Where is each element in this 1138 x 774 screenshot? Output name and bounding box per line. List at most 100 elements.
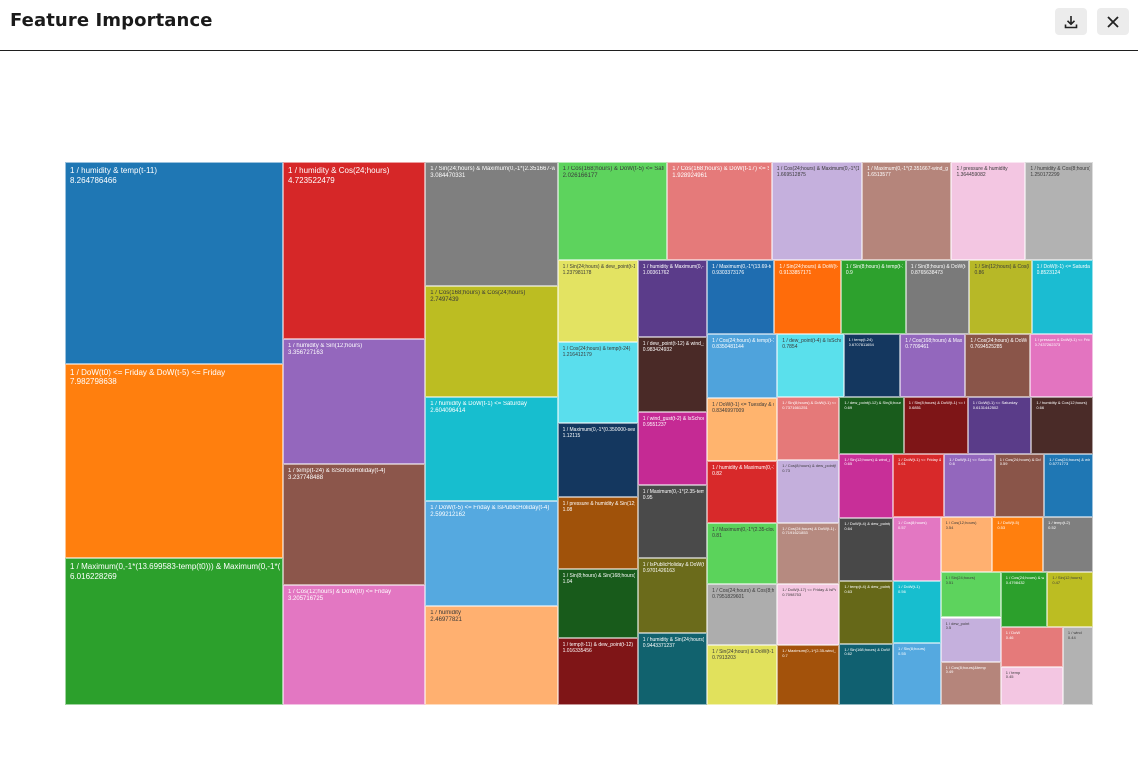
treemap-tile-47[interactable]: 1 / pressure & DoW(t-1) <= Friday 0.74372… [1029, 333, 1093, 397]
treemap-tile-4[interactable]: 1 / humidity & Cos(24;hours) 4.723522479 [283, 162, 426, 339]
treemap-tile-42[interactable]: 1 / Sin(24;hours) & DoW(t-1) <= Monday0.… [707, 645, 778, 705]
treemap-tile-53[interactable]: 1 / dew_point(t-12) & Sin(8;hours) 0.69 [839, 396, 904, 454]
treemap-tile-10[interactable]: 1 / humidity & DoW(t-1) <= Saturday 2.604… [425, 396, 558, 502]
treemap-tile-78[interactable]: 1 / wind 0.44 [1062, 627, 1093, 705]
tile-label: 1 / DoW(t-1) <= Saturday & dew_point(t-1… [1037, 264, 1090, 276]
treemap-tile-43[interactable]: 1 / dew_point(t-4) & IsSchoolHoliday0.78… [777, 333, 844, 397]
treemap-tile-52[interactable]: 1 / Maximum(0,-1*(2.35-wind_gust(t0)))0.… [777, 645, 840, 705]
treemap-tile-27[interactable]: 1 / wind_gust(t-2) & IsSchoolHoliday(t-4… [637, 412, 708, 486]
treemap-tile-40[interactable]: 1 / Maximum(0,-1*(2.35-clouds(t0))) & te… [707, 522, 778, 585]
treemap-tile-37[interactable]: 1 / Cos(24;hours) & temp(t-11) 0.83504811… [707, 333, 778, 398]
treemap-tile-35[interactable]: 1 / Sin(12;hours) & Cos(8;hours)0.86 [969, 260, 1032, 334]
treemap-tile-2[interactable]: 1 / DoW(t0) <= Friday & DoW(t-5) <= Frid… [65, 363, 284, 559]
tile-label: 1 / Cos(24;hours) & wind_gust(t-4)0.4798… [1006, 576, 1045, 586]
treemap-tile-3[interactable]: 1 / Maximum(0,-1*(13.699583-temp(t0))) &… [65, 558, 284, 705]
treemap-tile-44[interactable]: 1 / temp(t-24) 0.6707811654 [843, 333, 901, 397]
treemap-tile-62[interactable]: 1 / DoW(t-1) <= Saturday & Sin0.6 [944, 453, 995, 517]
treemap-tile-6[interactable]: 1 / temp(t-24) & IsSchoolHoliday(t-4) 3.2… [283, 464, 426, 586]
treemap-tile-66[interactable]: 1 / DoW(t-1) 0.56 [893, 580, 941, 644]
treemap-tile-74[interactable]: 1 / Cos(24;hours) & wind_gust(t-4)0.4798… [1000, 572, 1048, 628]
treemap-tile-25[interactable]: 1 / humidity & Maximum(0,-1*(0.35-clouds… [637, 260, 708, 337]
download-button[interactable] [1055, 8, 1087, 35]
treemap-tile-70[interactable]: 1 / temp(t-2) 0.52 [1043, 516, 1093, 573]
treemap-tile-54[interactable]: 1 / Sin(8;hours) & DoW(t-1) <= Friday0.6… [903, 396, 968, 454]
treemap-tile-23[interactable]: 1 / Sin(8;hours) & Sin(168;hours) 1.04 [557, 568, 638, 638]
dialog-header: Feature Importance [0, 0, 1138, 51]
treemap-tile-59[interactable]: 1 / temp(t-4) & dew_point(t-12)0.63 [839, 581, 894, 644]
treemap-tile-1[interactable]: 1 / humidity & temp(t-11) 8.264786466 [65, 162, 284, 364]
treemap-tile-64[interactable]: 1 / Cos(24;hours) & wind_gust(t-12)0.577… [1044, 453, 1093, 517]
treemap-tile-24[interactable]: 1 / temp(t-11) & dew_point(t-12) 1.016335… [557, 637, 638, 705]
treemap-tile-19[interactable]: 1 / Sin(24;hours) & dew_point(t-12) 1.237… [557, 260, 638, 343]
treemap-tile-60[interactable]: 1 / Sin(168;hours) & DoW(t-1)0.62 [839, 643, 894, 705]
treemap-tile-7[interactable]: 1 / Cos(12;hours) & DoW(t0) <= Friday 3.2… [283, 585, 426, 705]
treemap-tile-18[interactable]: 1 / humidity & Cos(8;hours) 1.250172299 [1025, 162, 1093, 261]
treemap-tile-41[interactable]: 1 / Cos(24;hours) & Cos(8;hours)0.795182… [707, 584, 778, 646]
treemap-tile-16[interactable]: 1 / Maximum(0,-1*(2.351667-wind_gust(t0)… [862, 162, 952, 261]
tile-label: 1 / Cos(8;hours) 0.57 [898, 521, 938, 531]
tile-importance-value: 0.82 [712, 470, 722, 477]
treemap-tile-21[interactable]: 1 / Maximum(0,-1*(0.350000-sea_level_pre… [557, 422, 638, 498]
treemap-tile-67[interactable]: 1 / Sin(8;hours) 0.55 [893, 643, 941, 705]
treemap-tile-69[interactable]: 1 / DoW(t-5) 0.53 [992, 516, 1044, 573]
treemap-tile-48[interactable]: 1 / Sin(8;hours) & DoW(t-1) <= Friday & … [777, 396, 840, 461]
treemap-tile-73[interactable]: 1 / Cos(8;hours)&temp 0.49 [940, 661, 1001, 705]
treemap-tile-9[interactable]: 1 / Cos(168;hours) & Cos(24;hours) 2.7497… [425, 285, 558, 397]
treemap-tile-63[interactable]: 1 / Cos(24;hours) & DoW(t-5)0.59 [994, 453, 1045, 517]
treemap-tile-30[interactable]: 1 / humidity & Sin(24;hours) 0.9443371237 [637, 632, 708, 705]
treemap-tile-45[interactable]: 1 / Cos(168;hours) & Maximum(0,-1*(0.35-… [900, 333, 966, 397]
tile-feature-name: 1 / DoW(t-1) <= Saturday & Sin [949, 457, 991, 462]
treemap-tile-32[interactable]: 1 / Sin(24;hours) & DoW(t-1) <= Friday0.… [774, 260, 841, 334]
treemap-tile-8[interactable]: 1 / Sin(24;hours) & Maximum(0,-1*(2.3516… [425, 162, 558, 286]
treemap-tile-75[interactable]: 1 / Sin(12;hours) 0.47 [1047, 572, 1093, 628]
treemap-tile-17[interactable]: 1 / pressure & humidity 1.364459082 [951, 162, 1026, 261]
treemap-tile-49[interactable]: 1 / Cos(8;hours) & dew_point(t-12)0.73 [777, 460, 840, 523]
tile-label: 1 / humidity & Sin(24;hours) 0.9443371237 [643, 637, 704, 649]
tile-label: 1 / Sin(8;hours) & temp(t-11) 0.9 [846, 264, 903, 276]
treemap-tile-50[interactable]: 1 / Cos(24;hours) & DoW(t-1) & IsPublicH… [777, 522, 840, 585]
treemap-tile-56[interactable]: 1 / humidity & Cos(12;hours) 0.66 [1031, 396, 1093, 454]
close-button[interactable] [1097, 8, 1129, 35]
treemap-tile-22[interactable]: 1 / pressure & humidity & Sin(12;hours)1… [557, 497, 638, 569]
tile-label: 1 / Cos(8;hours)&temp 0.49 [946, 666, 998, 676]
treemap-tile-31[interactable]: 1 / Maximum(0,-1*(13.69-temp(t0)))0.9303… [707, 260, 775, 334]
treemap-tile-51[interactable]: 1 / DoW(t-17) <= Friday & IsPublicHolida… [777, 584, 840, 646]
tile-importance-value: 0.53 [997, 524, 1006, 530]
treemap-tile-77[interactable]: 1 / temp 0.45 [1000, 666, 1063, 705]
tile-label: 1 / Cos(24;hours) & temp(t-11) 0.83504811… [712, 338, 774, 350]
tile-importance-value: 3.356727163 [288, 349, 324, 356]
treemap-tile-33[interactable]: 1 / Sin(8;hours) & temp(t-11) 0.9 [840, 260, 906, 334]
treemap-tile-34[interactable]: 1 / Sin(8;hours) & DoW(t-1) <= Saturday0… [905, 260, 970, 334]
treemap-tile-29[interactable]: 1 / IsPublicHoliday & DoW(t0) <= Friday0… [637, 558, 708, 633]
treemap-tile-14[interactable]: 1 / Cos(168;hours) & DoW(t-17) <= Saturd… [667, 162, 772, 261]
treemap-tile-61[interactable]: 1 / DoW(t-1) <= Friday & temp0.61 [893, 453, 945, 517]
treemap-tile-36[interactable]: 1 / DoW(t-1) <= Saturday & dew_point(t-1… [1031, 260, 1093, 334]
treemap-tile-46[interactable]: 1 / Cos(24;hours) & DoW(t0) <= Friday0.7… [965, 333, 1030, 397]
tile-label: 1 / temp 0.45 [1006, 671, 1060, 681]
treemap-tile-12[interactable]: 1 / humidity 2.46977821 [425, 605, 558, 705]
tile-label: 1 / Sin(12;hours) 0.47 [1052, 576, 1090, 586]
tile-label: 1 / DoW(t-1) <= Saturday & Sin0.6 [949, 458, 991, 468]
treemap-tile-13[interactable]: 1 / Cos(168;hours) & DoW(t-5) <= Saturda… [557, 162, 668, 261]
treemap-tile-58[interactable]: 1 / DoW(t-4) & dew_point(t-4)0.64 [839, 517, 894, 582]
tile-importance-value: 1.237981178 [562, 270, 592, 277]
tile-label: 1 / Maximum(0,-1*(2.35-clouds(t0))) & te… [712, 527, 774, 539]
treemap-tile-5[interactable]: 1 / humidity & Sin(12;hours) 3.356727163 [283, 338, 426, 465]
treemap-tile-68[interactable]: 1 / Cos(12;hours) 0.54 [940, 516, 993, 573]
treemap-tile-38[interactable]: 1 / DoW(t-1) <= Tuesday & wind_gust(t-4)… [707, 397, 778, 461]
treemap-tile-11[interactable]: 1 / DoW(t-5) <= Friday & IsPublicHoliday… [425, 501, 558, 606]
treemap-tile-72[interactable]: 1 / dew_point 0.5 [940, 617, 1001, 662]
tile-importance-value: 4.723522479 [288, 175, 335, 185]
treemap-tile-15[interactable]: 1 / Cos(24;hours) & Maximum(0,-1*(13.699… [771, 162, 863, 261]
treemap-tile-57[interactable]: 1 / Sin(12;hours) & wind_gust(t-4)0.65 [839, 453, 894, 518]
treemap-tile-20[interactable]: 1 / Cos(24;hours) & temp(t-24) 1.21641217… [557, 342, 638, 423]
treemap-tile-55[interactable]: 1 / DoW(t-1) <= Saturday 0.6131442502 [967, 396, 1032, 454]
treemap-tile-28[interactable]: 1 / Maximum(0,-1*(2.35-temp(t0))) & IsSc… [637, 485, 708, 559]
treemap-tile-26[interactable]: 1 / dew_point(t-12) & wind_gust(t-10)0.9… [637, 336, 708, 413]
tile-importance-value: 0.6707811654 [848, 341, 874, 347]
treemap-tile-39[interactable]: 1 / humidity & Maximum(0,-1*(0.35-clouds… [707, 460, 778, 523]
treemap-tile-65[interactable]: 1 / Cos(8;hours) 0.57 [893, 516, 941, 581]
treemap-tile-71[interactable]: 1 / Sin(24;hours) 0.51 [940, 572, 1001, 618]
tile-importance-value: 1.04 [562, 578, 573, 585]
treemap-tile-76[interactable]: 1 / DoW 0.46 [1000, 627, 1063, 667]
